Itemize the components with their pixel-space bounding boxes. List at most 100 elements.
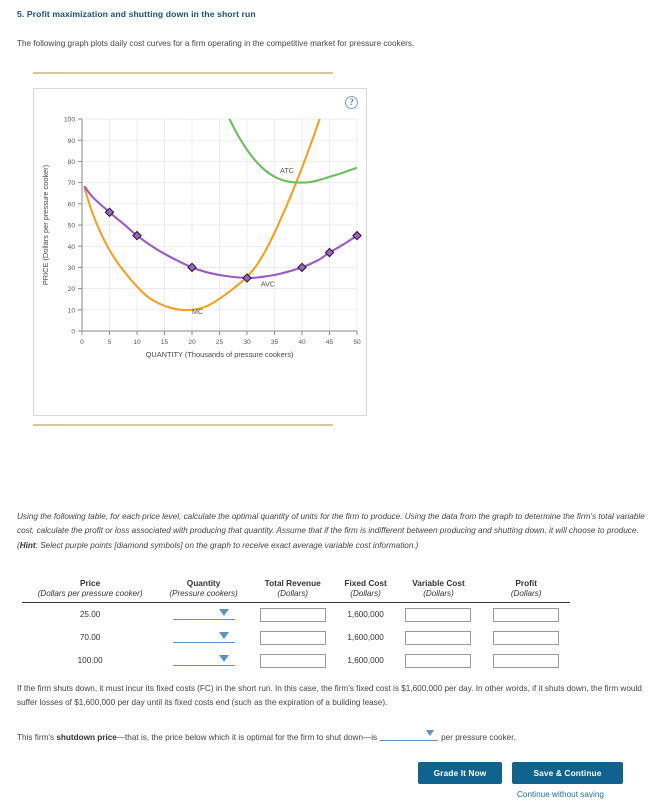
col-sub-quantity: (Pressure cookers): [158, 589, 249, 603]
y-axis-tick-label: 30: [68, 265, 76, 272]
y-axis-tick-label: 50: [68, 223, 76, 230]
shutdown-paragraph: If the firm shuts down, it must incur it…: [17, 684, 642, 708]
variable-cost-input[interactable]: [405, 607, 472, 622]
cell-price: 70.00: [79, 633, 101, 642]
col-header-total-revenue: Total Revenue: [264, 578, 321, 588]
table-body: 25.00 1,600,000 70.00 1,600,000 100.00 1,600,…: [22, 603, 570, 673]
cell-variable-cost: [395, 626, 483, 649]
shutdown-q-part2: —that is, the price below which it is op…: [116, 733, 378, 742]
profit-input[interactable]: [493, 607, 560, 622]
instructions-part2: : Select purple points [diamond symbols]…: [35, 540, 419, 550]
chevron-down-icon: [426, 730, 435, 736]
shutdown-price-dropdown[interactable]: [380, 730, 439, 741]
x-axis-tick-label: 20: [188, 339, 196, 346]
variable-cost-input[interactable]: [405, 630, 472, 645]
cell-quantity: [158, 603, 249, 627]
series-mc: [83, 119, 321, 312]
cell-variable-cost: [395, 603, 483, 627]
quantity-dropdown[interactable]: [172, 607, 235, 620]
curve-label-mc: MC: [192, 307, 203, 316]
graph-panel: ? 0 10 20 30 40 50 60 70 80 90 100 0 5 10 15 20 25 30 35 40…: [33, 88, 367, 416]
x-axis-tick-label: 25: [216, 339, 224, 346]
chevron-down-icon: [218, 632, 229, 639]
col-header-variable-cost: Variable Cost: [412, 578, 465, 588]
intro-text: The following graph plots daily cost cur…: [17, 39, 415, 48]
cell-variable-cost: [395, 649, 483, 672]
avc-data-point-marker[interactable]: [187, 262, 197, 273]
page-title: 5. Profit maximization and shutting down…: [17, 9, 256, 19]
col-sub-profit: (Dollars): [482, 589, 570, 603]
x-axis-tick-label: 5: [108, 339, 112, 346]
quantity-dropdown[interactable]: [172, 630, 235, 643]
y-axis-tick-label: 100: [64, 117, 75, 124]
cost-curves-chart[interactable]: 0 10 20 30 40 50 60 70 80 90 100 0 5 10 15 20 25 30 35 40 45…: [34, 107, 368, 407]
cell-profit: [482, 626, 570, 649]
table-instructions: Using the following table, for each pric…: [17, 510, 647, 553]
save-and-continue-button[interactable]: Save & Continue: [512, 762, 623, 784]
variable-cost-input[interactable]: [405, 653, 472, 668]
divider-bottom: [33, 424, 333, 426]
x-axis-tick-label: 35: [271, 339, 279, 346]
cell-fixed-cost: 1,600,000: [347, 656, 384, 665]
col-header-price: Price: [79, 578, 101, 588]
x-axis-tick-label: 15: [161, 339, 169, 346]
x-axis-tick-label: 50: [353, 339, 361, 346]
curve-label-atc: ATC: [280, 166, 294, 175]
cell-quantity: [158, 649, 249, 672]
y-axis-tick-label: 10: [68, 307, 76, 314]
cell-total-revenue: [249, 603, 337, 627]
x-axis-tick-label: 30: [243, 339, 251, 346]
y-axis-tick-label: 0: [71, 329, 75, 336]
avc-data-point-marker[interactable]: [297, 262, 307, 273]
quantity-dropdown[interactable]: [172, 653, 235, 666]
total-revenue-input[interactable]: [259, 630, 326, 645]
divider-top: [33, 72, 333, 74]
cost-table: Price Quantity Total Revenue Fixed Cost …: [22, 578, 570, 672]
x-axis-title: QUANTITY (Thousands of pressure cookers): [146, 350, 294, 359]
x-axis-tick-label: 10: [133, 339, 141, 346]
col-header-profit: Profit: [515, 578, 537, 588]
x-axis-tick-label: 0: [80, 339, 84, 346]
chevron-down-icon: [218, 609, 229, 616]
series-avc: [83, 185, 357, 280]
cell-total-revenue: [249, 626, 337, 649]
profit-input[interactable]: [493, 630, 560, 645]
cell-profit: [482, 603, 570, 627]
curve-avc: [83, 185, 357, 280]
shutdown-q-part3: per pressure cooker.: [441, 733, 516, 742]
y-axis-tick-label: 20: [68, 286, 76, 293]
x-axis-tick-label: 45: [326, 339, 334, 346]
shutdown-price-question: This firm's shutdown price—that is, the …: [17, 730, 647, 745]
table-row: 100.00 1,600,000: [22, 649, 570, 672]
table-subheader-row: (Dollars per pressure cooker) (Pressure …: [22, 589, 570, 603]
cell-total-revenue: [249, 649, 337, 672]
chevron-down-icon: [218, 655, 229, 662]
y-axis-tick-label: 90: [68, 138, 76, 145]
profit-input[interactable]: [493, 653, 560, 668]
total-revenue-input[interactable]: [259, 607, 326, 622]
cell-profit: [482, 649, 570, 672]
col-header-quantity: Quantity: [186, 578, 221, 588]
cell-price: 100.00: [77, 656, 103, 665]
table-row: 25.00 1,600,000: [22, 603, 570, 627]
col-sub-price: (Dollars per pressure cooker): [22, 589, 159, 603]
total-revenue-input[interactable]: [259, 653, 326, 668]
y-axis-tick-label: 40: [68, 244, 76, 251]
cell-fixed-cost: 1,600,000: [347, 633, 384, 642]
cell-fixed-cost: 1,600,000: [347, 610, 384, 619]
shutdown-q-part1: This firm's: [17, 733, 57, 742]
y-axis-tick-label: 60: [68, 201, 76, 208]
col-sub-fixed-cost: (Dollars): [336, 589, 395, 603]
grade-it-now-button[interactable]: Grade It Now: [418, 762, 502, 784]
col-sub-total-revenue: (Dollars): [248, 589, 337, 603]
continue-without-saving-link[interactable]: Continue without saving: [517, 790, 604, 799]
col-header-fixed-cost: Fixed Cost: [344, 578, 387, 588]
table-row: 70.00 1,600,000: [22, 626, 570, 649]
cell-quantity: [158, 626, 249, 649]
y-axis-tick-label: 80: [68, 159, 76, 166]
curve-mc: [83, 119, 321, 312]
hint-label: Hint: [19, 540, 36, 550]
x-axis-tick-label: 40: [298, 339, 306, 346]
curve-label-avc: AVC: [261, 279, 275, 288]
cell-price: 25.00: [79, 610, 101, 619]
